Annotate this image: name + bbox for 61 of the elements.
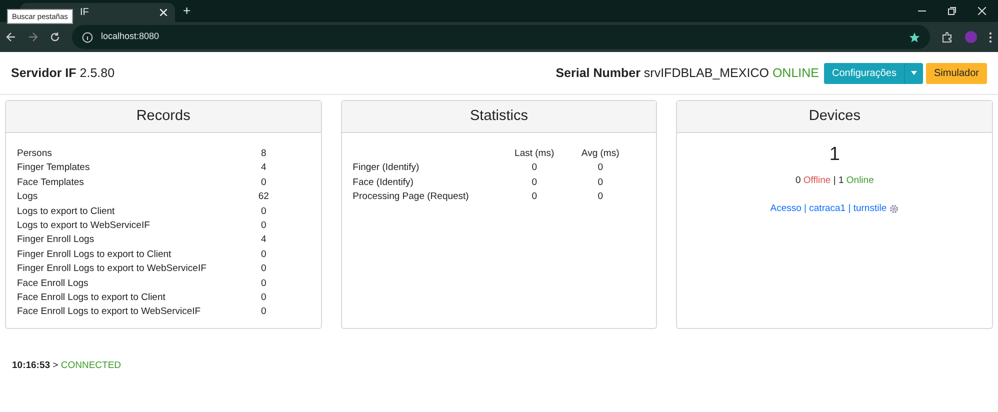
row-value: 0 [260,290,268,305]
row-label: Processing Page (Request) [352,190,470,204]
column-header: Avg (ms) [580,147,620,162]
close-icon[interactable] [160,9,167,16]
row-label: Finger Enroll Logs [17,233,96,248]
row-value: 0 [260,305,268,320]
connection-log: 10:16:53 > CONNECTED [11,359,122,373]
close-icon[interactable] [978,7,986,15]
reload-icon[interactable] [50,32,60,42]
row-value: 8 [260,147,268,162]
row-value: 4 [260,161,268,176]
app-title: Servidor IF 2.5.80 [11,64,115,82]
row-label: Finger Templates [17,161,91,176]
address-bar[interactable]: localhost:8080 [72,25,930,49]
row-value: 4 [260,233,268,248]
row-label: Persons [17,147,53,162]
row-label: Finger (Identify) [352,161,420,176]
row-value: 0 [260,204,268,219]
row-label: Face Enroll Logs [17,276,90,291]
serial-number: Serial Number srvIFDBLAB_MEXICO ONLINE [556,64,819,82]
row-value: 0 [530,190,538,204]
tab-title[interactable]: IF [80,5,160,20]
row-value: 0 [596,176,604,190]
info-icon[interactable] [82,32,93,42]
row-value: 0 [596,161,604,176]
row-value: 0 [260,219,268,234]
card-title: Devices [677,101,992,133]
gear-icon[interactable] [889,204,900,214]
row-label: Finger Enroll Logs to export to Client [17,248,172,262]
row-label: Logs [17,190,39,204]
row-value: 62 [257,190,270,204]
row-value: 0 [596,190,604,204]
new-tab-button[interactable]: + [183,1,191,21]
device-link[interactable]: Acesso | catraca1 | turnstile [770,202,887,216]
row-label: Finger Enroll Logs to export to WebServiceIF [17,262,208,276]
row-value: 0 [260,176,268,190]
forward-icon[interactable] [28,32,38,42]
column-header: Last (ms) [514,147,556,162]
dropdown-toggle[interactable] [904,62,924,84]
row-value: 0 [260,248,268,262]
row-value: 0 [530,161,538,176]
device-status: 0 Offline | 1 Online [795,174,874,188]
row-label: Face (Identify) [352,176,414,190]
extensions-icon[interactable] [942,32,953,42]
menu-icon[interactable] [989,32,992,42]
device-count: 1 [829,143,840,167]
row-label: Logs to export to Client [17,204,116,219]
row-label: Face Templates [17,176,85,190]
card-title: Records [6,101,321,133]
simulator-button[interactable]: Simulador [926,62,987,84]
row-value: 0 [260,262,268,276]
row-value: 0 [260,276,268,291]
row-label: Face Enroll Logs to export to Client [17,290,166,305]
row-label: Face Enroll Logs to export to WebServiceIF [17,305,202,320]
card-title: Statistics [342,101,656,133]
back-icon[interactable] [6,32,16,42]
row-label: Logs to export to WebServiceIF [17,219,151,234]
row-value: 0 [530,176,538,190]
restore-icon[interactable] [948,7,956,15]
caret-icon [911,70,918,75]
star-icon[interactable] [909,32,920,42]
